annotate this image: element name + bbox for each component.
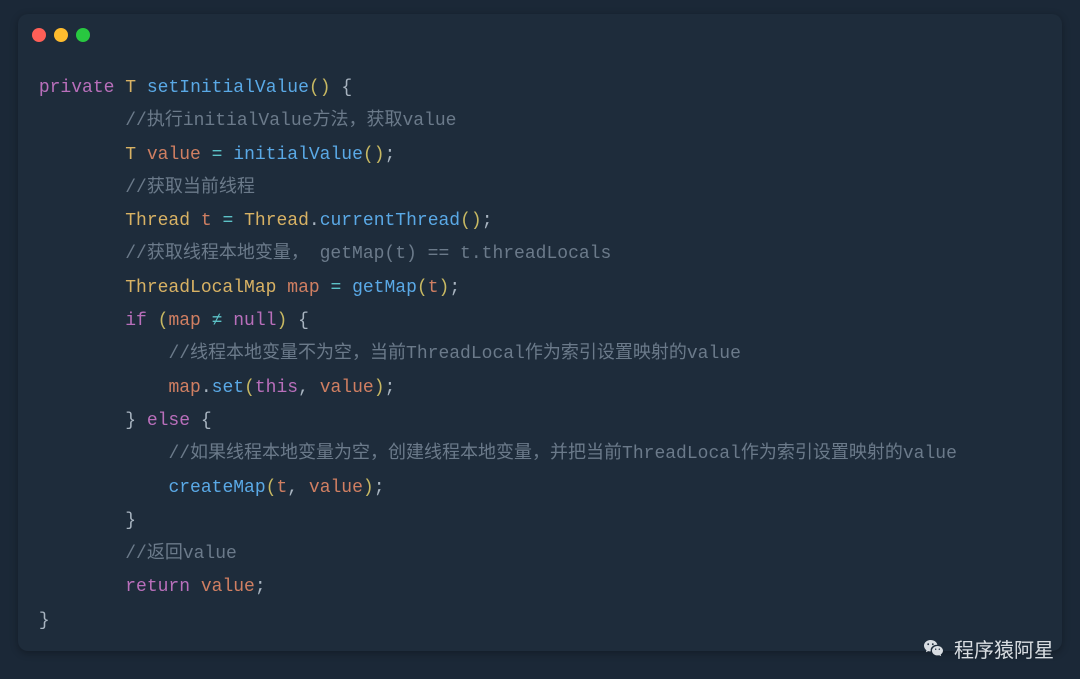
close-icon [32,28,46,42]
code-line: } [28,511,136,531]
wechat-icon [922,637,946,661]
code-line: ThreadLocalMap map = getMap(t); [28,278,460,298]
code-line: createMap(t, value); [28,478,385,498]
window-titlebar [18,14,1062,42]
code-line: //线程本地变量不为空，当前ThreadLocal作为索引设置映射的value [28,344,741,364]
code-line: T value = initialValue(); [28,145,395,165]
code-line: private T setInitialValue() { [28,78,352,98]
maximize-icon [76,28,90,42]
code-line: if (map ≠ null) { [28,311,309,331]
code-line: return value; [28,577,266,597]
code-line: //获取当前线程 [28,178,255,198]
code-line: map.set(this, value); [28,378,395,398]
code-window: private T setInitialValue() { //执行initia… [18,14,1062,651]
code-line: } [28,611,50,631]
code-block: private T setInitialValue() { //执行initia… [18,42,1062,648]
minimize-icon [54,28,68,42]
watermark: 程序猿阿星 [922,634,1054,663]
watermark-text: 程序猿阿星 [954,634,1054,663]
code-line: //返回value [28,544,237,564]
code-line: Thread t = Thread.currentThread(); [28,211,493,231]
code-line: //执行initialValue方法，获取value [28,111,456,131]
code-line: } else { [28,411,212,431]
code-line: //如果线程本地变量为空，创建线程本地变量，并把当前ThreadLocal作为索… [28,444,957,464]
code-line: //获取线程本地变量， getMap(t) == t.threadLocals [28,244,611,264]
